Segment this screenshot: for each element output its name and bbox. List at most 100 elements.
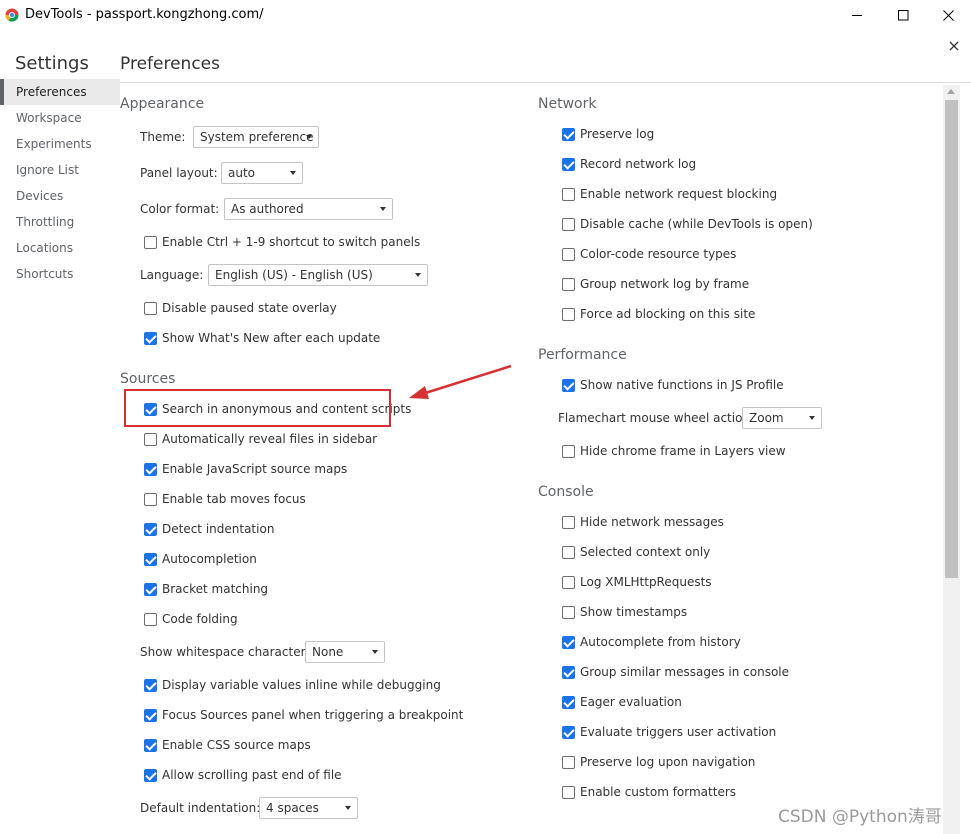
console-checkbox-4[interactable] — [562, 636, 575, 649]
network-checkbox-6[interactable] — [562, 308, 575, 321]
network-checkbox-4[interactable] — [562, 248, 575, 261]
console-checkbox-9[interactable] — [562, 786, 575, 799]
network-checkbox-2[interactable] — [562, 188, 575, 201]
sources2-checkbox-0[interactable] — [144, 679, 157, 692]
network-label-1: Record network log — [580, 157, 697, 171]
section-sources-title: Sources — [120, 371, 176, 387]
sources-label-3: Enable tab moves focus — [162, 492, 306, 506]
network-label-3: Disable cache (while DevTools is open) — [580, 217, 813, 231]
network-checkbox-0[interactable] — [562, 128, 575, 141]
maximize-icon — [897, 10, 908, 21]
console-checkbox-3[interactable] — [562, 606, 575, 619]
sources-checkbox-7[interactable] — [144, 613, 157, 626]
nav-item-throttling[interactable]: Throttling — [0, 209, 120, 235]
paused-overlay-label: Disable paused state overlay — [162, 301, 337, 315]
console-checkbox-6[interactable] — [562, 696, 575, 709]
sources-checkbox-6[interactable] — [144, 583, 157, 596]
network-label-4: Color-code resource types — [580, 247, 737, 261]
nav-item-shortcuts[interactable]: Shortcuts — [0, 261, 120, 287]
wheel-action-select-value: Zoom — [749, 411, 784, 425]
console-label-9: Enable custom formatters — [580, 785, 737, 799]
network-label-5: Group network log by frame — [580, 277, 750, 291]
ctrl-shortcut-checkbox[interactable] — [144, 236, 157, 249]
settings-close-icon[interactable] — [948, 40, 960, 52]
panel-layout-select[interactable]: auto — [221, 162, 303, 184]
chrome-icon — [5, 8, 19, 22]
chevron-down-icon — [415, 273, 421, 277]
network-checkbox-1[interactable] — [562, 158, 575, 171]
whitespace-select-value: None — [312, 645, 344, 659]
console-label-4: Autocomplete from history — [580, 635, 741, 649]
chevron-down-icon — [809, 416, 815, 420]
chevron-down-icon — [345, 806, 351, 810]
section-appearance-title: Appearance — [120, 96, 205, 112]
sources2-checkbox-2[interactable] — [144, 739, 157, 752]
network-label-0: Preserve log — [580, 127, 655, 141]
console-checkbox-5[interactable] — [562, 666, 575, 679]
nav-item-preferences[interactable]: Preferences — [0, 79, 120, 105]
console-checkbox-7[interactable] — [562, 726, 575, 739]
console-label-5: Group similar messages in console — [580, 665, 789, 679]
whats-new-checkbox[interactable] — [144, 332, 157, 345]
language-label: Language: — [140, 268, 204, 282]
hide-chrome-frame-label: Hide chrome frame in Layers view — [580, 444, 786, 458]
nav-item-workspace[interactable]: Workspace — [0, 105, 120, 131]
theme-select-value: System preference — [200, 130, 314, 144]
settings-title: Settings — [15, 53, 89, 74]
console-checkbox-0[interactable] — [562, 516, 575, 529]
chevron-down-icon — [290, 171, 296, 175]
sources-label-4: Detect indentation — [162, 522, 275, 536]
sources2-label-1: Focus Sources panel when triggering a br… — [162, 708, 464, 722]
sources-checkbox-1[interactable] — [144, 433, 157, 446]
scroll-up-arrow-icon[interactable] — [947, 89, 955, 94]
whitespace-label: Show whitespace characters: — [140, 645, 316, 659]
chevron-down-icon — [380, 207, 386, 211]
native-functions-label: Show native functions in JS Profile — [580, 378, 784, 392]
sources-checkbox-5[interactable] — [144, 553, 157, 566]
sources-checkbox-3[interactable] — [144, 493, 157, 506]
nav-item-ignore-list[interactable]: Ignore List — [0, 157, 120, 183]
panel-layout-label: Panel layout: — [140, 166, 218, 180]
header-divider — [120, 82, 971, 83]
console-checkbox-1[interactable] — [562, 546, 575, 559]
sources2-checkbox-1[interactable] — [144, 709, 157, 722]
indentation-select[interactable]: 4 spaces — [259, 797, 358, 819]
sources-checkbox-4[interactable] — [144, 523, 157, 536]
annotation-highlight-box — [124, 389, 391, 427]
native-functions-checkbox[interactable] — [562, 379, 575, 392]
console-checkbox-8[interactable] — [562, 756, 575, 769]
chevron-down-icon — [306, 135, 312, 139]
minimize-icon — [851, 15, 862, 16]
sources2-checkbox-3[interactable] — [144, 769, 157, 782]
sources-label-7: Code folding — [162, 612, 238, 626]
maximize-button[interactable] — [880, 0, 926, 31]
console-label-3: Show timestamps — [580, 605, 688, 619]
scrollbar-thumb[interactable] — [945, 100, 958, 578]
network-checkbox-3[interactable] — [562, 218, 575, 231]
nav-item-devices[interactable]: Devices — [0, 183, 120, 209]
paused-overlay-checkbox[interactable] — [144, 302, 157, 315]
nav-item-experiments[interactable]: Experiments — [0, 131, 120, 157]
whats-new-label: Show What's New after each update — [162, 331, 381, 345]
minimize-button[interactable] — [834, 0, 880, 31]
window-title: DevTools - passport.kongzhong.com/ — [25, 7, 264, 22]
sources-label-5: Autocompletion — [162, 552, 257, 566]
network-checkbox-5[interactable] — [562, 278, 575, 291]
wheel-action-select[interactable]: Zoom — [742, 407, 822, 429]
nav-item-locations[interactable]: Locations — [0, 235, 120, 261]
console-checkbox-2[interactable] — [562, 576, 575, 589]
console-label-8: Preserve log upon navigation — [580, 755, 756, 769]
section-network-title: Network — [538, 96, 597, 112]
whitespace-select[interactable]: None — [305, 641, 385, 663]
panel-layout-select-value: auto — [228, 166, 256, 180]
language-select[interactable]: English (US) - English (US) — [208, 264, 428, 286]
color-format-select-value: As authored — [231, 202, 304, 216]
hide-chrome-frame-checkbox[interactable] — [562, 445, 575, 458]
window-close-button[interactable] — [925, 0, 971, 31]
theme-select[interactable]: System preference — [193, 126, 319, 148]
console-label-6: Eager evaluation — [580, 695, 682, 709]
color-format-select[interactable]: As authored — [224, 198, 393, 220]
sources-checkbox-2[interactable] — [144, 463, 157, 476]
chevron-down-icon — [372, 650, 378, 654]
wheel-action-label: Flamechart mouse wheel action: — [558, 411, 755, 425]
